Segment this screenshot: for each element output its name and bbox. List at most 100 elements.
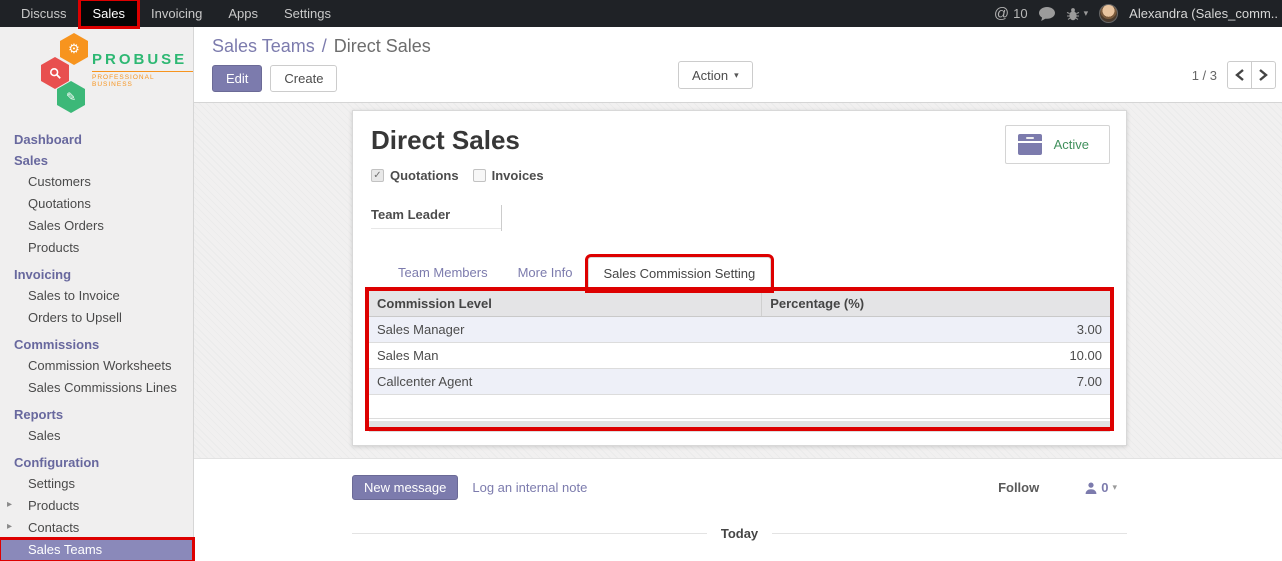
logo-subtitle: PROFESSIONAL BUSINESS xyxy=(92,71,193,88)
sidebar-item-dashboard[interactable]: Dashboard xyxy=(0,129,193,150)
logo-hex-tools: ✎ xyxy=(57,81,85,113)
action-label: Action xyxy=(692,68,728,83)
invoices-checkbox-group: ✓ Invoices xyxy=(473,168,544,183)
sidebar-item-sales-commissions-lines[interactable]: Sales Commissions Lines xyxy=(0,377,193,399)
sidebar-item-settings[interactable]: Settings xyxy=(0,473,193,495)
menu-discuss[interactable]: Discuss xyxy=(8,0,80,27)
form-sheet: Direct Sales Active ✓ Quotations ✓ Invoi… xyxy=(352,110,1127,446)
sidebar-item-label: Products xyxy=(28,498,79,513)
user-avatar[interactable] xyxy=(1099,4,1118,23)
section-commissions: Commissions Commission Worksheets Sales … xyxy=(0,334,193,399)
check-icon: ✓ xyxy=(373,171,381,181)
topbar: Discuss Sales Invoicing Apps Settings @ … xyxy=(0,0,1282,27)
messages-button[interactable] xyxy=(1039,7,1055,21)
tab-sales-commission-setting[interactable]: Sales Commission Setting xyxy=(588,257,772,290)
expand-caret-icon: ▸ xyxy=(7,499,12,510)
column-percentage[interactable]: Percentage (%) xyxy=(762,291,1110,317)
percentage-cell[interactable]: 10.00 xyxy=(762,343,1110,369)
logo-text: PROBUSE PROFESSIONAL BUSINESS xyxy=(92,51,193,88)
pager-previous-button[interactable] xyxy=(1227,61,1252,89)
user-menu[interactable]: Alexandra (Sales_comm.. xyxy=(1129,6,1278,21)
table-header-row: Commission Level Percentage (%) xyxy=(369,291,1110,317)
quotations-label: Quotations xyxy=(390,168,459,183)
bug-icon xyxy=(1066,7,1080,21)
gear-icon: ⚙ xyxy=(68,41,80,57)
sidebar-item-sales-to-invoice[interactable]: Sales to Invoice xyxy=(0,285,193,307)
quotations-checkbox[interactable]: ✓ xyxy=(371,169,384,182)
sidebar-item-reports-sales[interactable]: Sales xyxy=(0,425,193,447)
active-label: Active xyxy=(1054,137,1089,152)
sidebar-item-customers[interactable]: Customers xyxy=(0,171,193,193)
activity-count: 10 xyxy=(1013,6,1027,21)
active-stat-button[interactable]: Active xyxy=(1005,125,1110,164)
sidebar-item-config-contacts[interactable]: ▸Contacts xyxy=(0,517,193,539)
sidebar-item-config-products[interactable]: ▸ Products xyxy=(0,495,193,517)
divider-line xyxy=(772,533,1127,534)
pager-next-button[interactable] xyxy=(1251,61,1276,89)
column-commission-level[interactable]: Commission Level xyxy=(369,291,762,317)
breadcrumb-current: Direct Sales xyxy=(334,36,431,56)
commission-level-cell[interactable]: Sales Manager xyxy=(369,317,762,343)
sidebar-item-commission-worksheets[interactable]: Commission Worksheets xyxy=(0,355,193,377)
sidebar-item-products[interactable]: Products xyxy=(0,237,193,259)
sidebar-header-invoicing[interactable]: Invoicing xyxy=(0,264,193,285)
menu-invoicing[interactable]: Invoicing xyxy=(138,0,215,27)
record-title: Direct Sales xyxy=(371,125,1110,156)
probuse-logo: ⚙ ✎ PROBUSE PROFESSIONAL BUSINESS xyxy=(0,27,193,121)
menu-sales[interactable]: Sales xyxy=(80,0,139,27)
invoices-label: Invoices xyxy=(492,168,544,183)
table-row[interactable]: Sales Manager 3.00 xyxy=(369,317,1110,343)
sidebar-header-sales[interactable]: Sales xyxy=(0,150,193,171)
commission-level-cell[interactable]: Callcenter Agent xyxy=(369,369,762,395)
sidebar-header-commissions[interactable]: Commissions xyxy=(0,334,193,355)
breadcrumb: Sales Teams / Direct Sales xyxy=(212,27,1282,57)
chatter-right: Follow 0 ▾ xyxy=(998,480,1117,495)
menu-apps[interactable]: Apps xyxy=(215,0,271,27)
chatter: New message Log an internal note Follow … xyxy=(194,458,1282,561)
commission-table-annotation: Commission Level Percentage (%) Sales Ma… xyxy=(369,291,1110,427)
chevron-left-icon xyxy=(1235,69,1244,81)
divider-line xyxy=(352,533,707,534)
action-dropdown-button[interactable]: Action ▾ xyxy=(678,61,753,89)
log-internal-note-link[interactable]: Log an internal note xyxy=(472,480,587,495)
team-leader-row: Team Leader xyxy=(371,207,1110,231)
debug-menu-button[interactable]: ▾ xyxy=(1066,7,1089,21)
commission-level-cell[interactable]: Sales Man xyxy=(369,343,762,369)
team-leader-label: Team Leader xyxy=(371,207,501,229)
tab-team-members[interactable]: Team Members xyxy=(383,257,503,290)
content-area: Direct Sales Active ✓ Quotations ✓ Invoi… xyxy=(194,103,1282,458)
follow-button[interactable]: Follow xyxy=(998,480,1039,495)
archive-box-icon xyxy=(1018,134,1042,155)
sidebar-item-sales-teams[interactable]: Sales Teams xyxy=(0,539,193,561)
sidebar: ⚙ ✎ PROBUSE PROFESSIONAL BUSINESS Dashbo… xyxy=(0,27,194,561)
sidebar-item-orders-to-upsell[interactable]: Orders to Upsell xyxy=(0,307,193,329)
chat-bubble-icon xyxy=(1039,7,1055,21)
followers-dropdown[interactable]: 0 ▾ xyxy=(1085,480,1117,495)
breadcrumb-sales-teams[interactable]: Sales Teams xyxy=(212,36,315,56)
section-invoicing: Invoicing Sales to Invoice Orders to Ups… xyxy=(0,264,193,329)
checkbox-row: ✓ Quotations ✓ Invoices xyxy=(371,168,1110,183)
logo-hex-search xyxy=(41,57,69,89)
team-leader-field[interactable] xyxy=(502,207,870,227)
pager: 1 / 3 xyxy=(1192,61,1276,89)
activities-button[interactable]: @ 10 xyxy=(994,5,1028,22)
percentage-cell[interactable]: 7.00 xyxy=(762,369,1110,395)
create-button[interactable]: Create xyxy=(270,65,337,92)
edit-button[interactable]: Edit xyxy=(212,65,262,92)
topbar-menus: Discuss Sales Invoicing Apps Settings xyxy=(0,0,344,27)
sheet-bottom-divider xyxy=(369,431,1110,432)
sidebar-header-reports[interactable]: Reports xyxy=(0,404,193,425)
empty-row[interactable] xyxy=(369,395,1110,419)
percentage-cell[interactable]: 3.00 xyxy=(762,317,1110,343)
tab-more-info[interactable]: More Info xyxy=(503,257,588,290)
sidebar-header-configuration[interactable]: Configuration xyxy=(0,452,193,473)
topbar-right: @ 10 ▾ Alexandra (Sales_comm.. xyxy=(994,4,1282,23)
menu-settings[interactable]: Settings xyxy=(271,0,344,27)
table-row[interactable]: Callcenter Agent 7.00 xyxy=(369,369,1110,395)
sidebar-item-quotations[interactable]: Quotations xyxy=(0,193,193,215)
sidebar-item-sales-orders[interactable]: Sales Orders xyxy=(0,215,193,237)
invoices-checkbox[interactable]: ✓ xyxy=(473,169,486,182)
breadcrumb-separator: / xyxy=(322,36,327,56)
table-row[interactable]: Sales Man 10.00 xyxy=(369,343,1110,369)
new-message-button[interactable]: New message xyxy=(352,475,458,500)
